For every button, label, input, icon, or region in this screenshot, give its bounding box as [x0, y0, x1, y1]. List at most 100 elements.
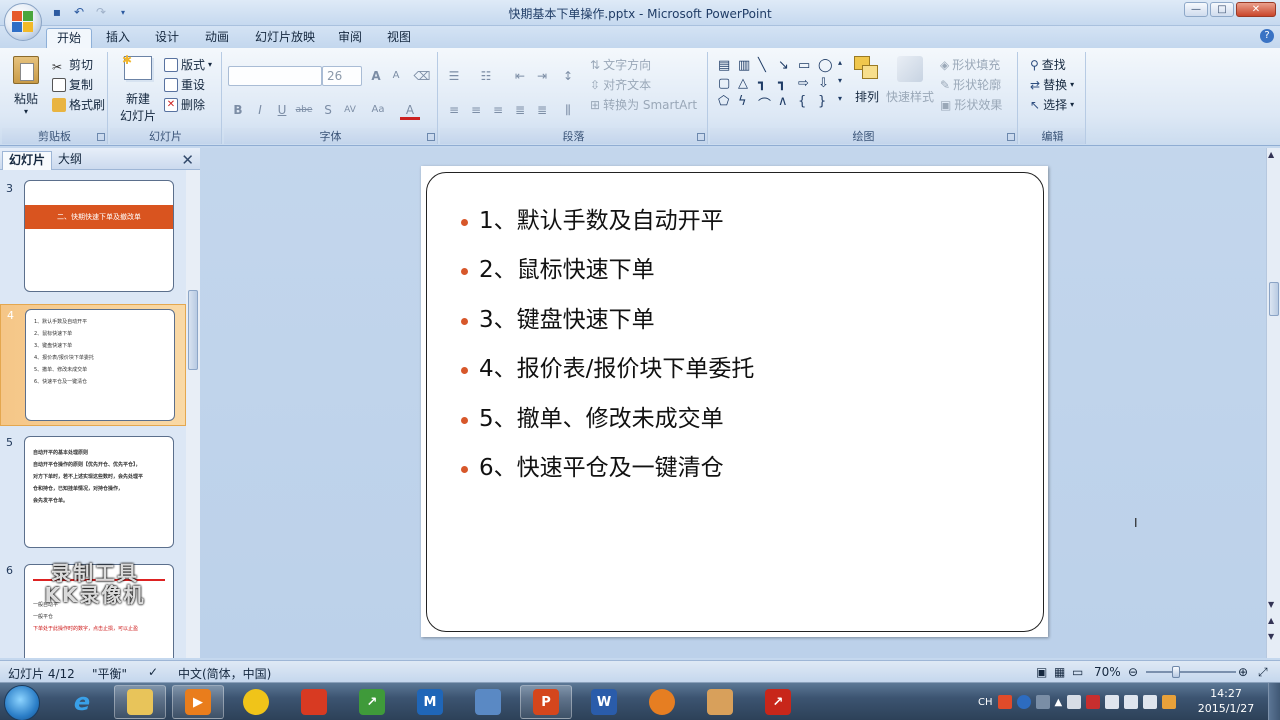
tab-slideshow[interactable]: 幻灯片放映 [245, 28, 325, 48]
line-shape-icon[interactable]: ╲ [758, 58, 776, 73]
slide-thumbnail[interactable]: 自动开平的基本处理原则 自动开平仓操作的原则【优先开仓、优先平仓】， 对方下单时… [24, 436, 174, 548]
italic-button[interactable]: I [250, 100, 270, 120]
clipboard-launcher-icon[interactable] [97, 133, 105, 141]
word-taskbar-button[interactable]: W [578, 685, 630, 719]
align-text-button[interactable]: ⇳ 对齐文本 [590, 76, 651, 94]
arrow-line-shape-icon[interactable]: ↘ [778, 58, 796, 73]
clear-format-icon[interactable]: ⌫ [412, 66, 432, 86]
user-tray-icon[interactable] [1162, 695, 1177, 709]
slideshow-view-icon[interactable]: ▭ [1072, 665, 1083, 679]
chart-app-taskbar-button[interactable]: ↗ [346, 685, 398, 719]
tab-animations[interactable]: 动画 [195, 28, 239, 48]
tab-review[interactable]: 审阅 [328, 28, 372, 48]
shape-fill-button[interactable]: ◈ 形状填充 [940, 56, 1000, 74]
battery-icon[interactable] [1124, 695, 1139, 709]
strikethrough-button[interactable]: abe [294, 100, 314, 120]
bullet-list[interactable]: 1、默认手数及自动开平 2、鼠标快速下单 3、键盘快速下单 4、报价表/报价块下… [459, 209, 754, 505]
line-spacing-icon[interactable]: ↕ [558, 66, 578, 86]
elbow-arrow-icon[interactable]: ┓ [778, 76, 796, 91]
taskbar-clock[interactable]: 14:27 2015/1/27 [1196, 686, 1256, 716]
scroll-down-icon[interactable]: ▼ [1268, 600, 1274, 609]
text-direction-button[interactable]: ⇅ 文字方向 [590, 56, 651, 74]
slide-thumbnail[interactable]: 二、快期快速下单及撤改单 [24, 180, 174, 292]
triangle-shape-icon[interactable]: △ [738, 76, 756, 91]
underline-button[interactable]: U [272, 100, 292, 120]
minimize-button[interactable]: — [1184, 2, 1208, 17]
rounded-rect-shape-icon[interactable]: ▢ [718, 76, 736, 91]
down-arrow-shape-icon[interactable]: ⇩ [818, 76, 836, 91]
lightning-shape-icon[interactable]: ϟ [738, 94, 756, 113]
justify-icon[interactable]: ≣ [510, 100, 530, 120]
thumbnail-row-4[interactable]: 4 1、默认手数及自动开平 2、鼠标快速下单 3、键盘快速下单 4、报价表/报价… [0, 304, 186, 426]
font-color-button[interactable]: A [400, 100, 420, 120]
close-pane-icon[interactable]: ✕ [181, 151, 194, 169]
tab-insert[interactable]: 插入 [96, 28, 140, 48]
arrange-button[interactable]: 排列 [850, 56, 884, 105]
elbow-connector-icon[interactable]: ┓ [758, 76, 776, 91]
ie-taskbar-button[interactable]: e [56, 685, 108, 719]
oval-shape-icon[interactable]: ◯ [818, 58, 836, 73]
zoom-slider-knob[interactable] [1172, 666, 1180, 678]
textbox-shape-icon[interactable]: ▤ [718, 58, 736, 73]
numbering-icon[interactable]: ☷ [476, 66, 496, 86]
align-center-icon[interactable]: ≡ [466, 100, 486, 120]
shape-outline-button[interactable]: ✎ 形状轮廓 [940, 76, 1001, 94]
find-button[interactable]: ⚲ 查找 [1030, 56, 1066, 74]
shrink-font-button[interactable]: A [386, 66, 406, 86]
copy-button[interactable]: 复制 [52, 76, 93, 94]
antivirus-icon[interactable] [1086, 695, 1101, 709]
show-desktop-button[interactable] [1268, 683, 1280, 720]
cut-button[interactable]: ✂ 剪切 [52, 56, 93, 74]
font-launcher-icon[interactable] [427, 133, 435, 141]
normal-view-icon[interactable]: ▣ [1036, 665, 1047, 679]
left-brace-shape-icon[interactable]: { [798, 94, 816, 113]
drawing-launcher-icon[interactable] [1007, 133, 1015, 141]
tab-design[interactable]: 设计 [145, 28, 189, 48]
columns-icon[interactable]: ⫼ [558, 100, 578, 120]
freeform-shape-icon[interactable]: ∧ [778, 94, 796, 113]
delete-slide-button[interactable]: ✕ 删除 [164, 96, 205, 114]
reset-button[interactable]: 重设 [164, 76, 205, 94]
tab-outline-pane[interactable]: 大纲 [52, 151, 88, 170]
zoom-level[interactable]: 70% [1094, 665, 1121, 679]
font-size-combo[interactable]: 26 [322, 66, 362, 86]
zoom-out-icon[interactable]: ⊖ [1128, 665, 1138, 679]
recorder-taskbar-button[interactable] [636, 685, 688, 719]
change-case-button[interactable]: Aa [368, 100, 388, 120]
new-slide-button[interactable]: ✱ 新建 幻灯片 [116, 53, 160, 124]
bold-button[interactable]: B [228, 100, 248, 120]
tab-slides-pane[interactable]: 幻灯片 [2, 151, 53, 170]
language-indicator[interactable]: 中文(简体，中国) [178, 665, 271, 682]
next-slide-icon[interactable]: ▼ [1268, 632, 1274, 641]
format-painter-button[interactable]: 格式刷 [52, 96, 105, 114]
pen-tray-icon[interactable] [1035, 695, 1050, 709]
qq-taskbar-button[interactable] [230, 685, 282, 719]
shape-effects-button[interactable]: ▣ 形状效果 [940, 96, 1002, 114]
help-icon[interactable]: ? [1260, 29, 1274, 43]
network-app-taskbar-button[interactable] [462, 685, 514, 719]
slide-thumbnail-selected[interactable]: 1、默认手数及自动开平 2、鼠标快速下单 3、键盘快速下单 4、报价表/报价块下… [25, 309, 175, 421]
current-slide[interactable]: 1、默认手数及自动开平 2、鼠标快速下单 3、键盘快速下单 4、报价表/报价块下… [421, 166, 1048, 637]
slide-scrollbar[interactable]: ▲ ▼ ▲ ▼ [1266, 148, 1280, 658]
media-player-taskbar-button[interactable]: ▶ [172, 685, 224, 719]
right-arrow-shape-icon[interactable]: ⇨ [798, 76, 816, 91]
start-button[interactable] [4, 685, 40, 720]
fit-to-window-icon[interactable]: ⤢ [1258, 665, 1268, 680]
replace-button[interactable]: ⇄ 替换 ▾ [1030, 76, 1074, 94]
paste-button[interactable]: 粘贴 ▾ [8, 56, 44, 116]
zoom-slider[interactable] [1146, 666, 1236, 678]
bullets-icon[interactable]: ☰ [444, 66, 464, 86]
paragraph-launcher-icon[interactable] [697, 133, 705, 141]
grow-font-button[interactable]: A [366, 66, 386, 86]
ime-icon[interactable] [997, 695, 1012, 709]
thumbnail-row-5[interactable]: 5 自动开平的基本处理原则 自动开平仓操作的原则【优先开仓、优先平仓】， 对方下… [0, 432, 186, 552]
office-button[interactable] [4, 3, 42, 41]
distributed-icon[interactable]: ≣ [532, 100, 552, 120]
vertical-textbox-shape-icon[interactable]: ▥ [738, 58, 756, 73]
app-taskbar-button-red[interactable] [288, 685, 340, 719]
font-name-combo[interactable] [228, 66, 322, 86]
tab-home[interactable]: 开始 [46, 28, 93, 48]
char-spacing-button[interactable]: AV [340, 100, 360, 120]
thumbnail-scrollbar[interactable] [186, 170, 200, 658]
trading-app-taskbar-button[interactable]: ↗ [752, 685, 804, 719]
